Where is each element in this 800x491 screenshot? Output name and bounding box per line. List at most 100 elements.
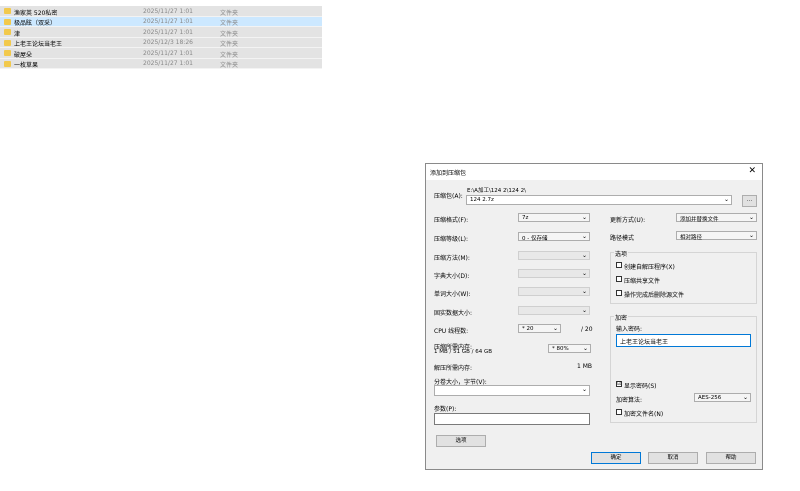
archive-name-combo[interactable]: 124 2.7z ⌄ — [466, 195, 732, 205]
mem-decomp-label: 解压所需内存: — [434, 365, 473, 372]
threads-value: * 20 — [522, 326, 534, 332]
update-select[interactable]: 添加并替换文件 ⌄ — [676, 213, 757, 223]
archive-label: 压缩包(A): — [434, 193, 463, 200]
encrypt-names-checkbox[interactable] — [616, 409, 622, 415]
file-name: 上老王论坛当老王 — [14, 41, 63, 48]
mem-comp-select[interactable]: * 80% ⌄ — [548, 344, 591, 353]
password-label: 输入密码: — [616, 326, 643, 333]
file-type: 文件夹 — [220, 41, 239, 48]
encryption-group-title: 加密 — [614, 313, 629, 322]
dialog-titlebar: 添加到压缩包 ✕ — [426, 164, 762, 180]
path-mode-value: 相对路径 — [680, 235, 703, 241]
level-select[interactable]: 0 - 仅存储 ⌄ — [518, 232, 590, 242]
file-name: 破屋朵 — [14, 51, 33, 59]
update-label: 更新方式(U): — [610, 217, 646, 224]
file-date: 2025/11/27 1:01 — [143, 60, 193, 67]
file-type: 文件夹 — [220, 20, 239, 27]
chevron-down-icon: ⌄ — [552, 325, 558, 332]
method-select[interactable]: ⌄ — [518, 251, 590, 260]
archive-name-value: 124 2.7z — [470, 197, 494, 203]
file-type: 文件夹 — [220, 62, 239, 69]
archive-path: E:\A加工\124 2\124 2\ — [467, 188, 526, 194]
password-value: 上老王论坛当老王 — [620, 339, 669, 346]
file-row[interactable]: 渔家英 520私密 2025/11/27 1:01 文件夹 — [0, 6, 322, 17]
level-label: 压缩等级(L): — [434, 236, 469, 243]
file-row[interactable]: 上老王论坛当老王 2025/12/3 18:26 文件夹 — [0, 37, 322, 48]
dict-select[interactable]: ⌄ — [518, 269, 590, 278]
file-name: 渔家英 520私密 — [14, 9, 58, 17]
sfx-label: 创建自解压程序(X) — [624, 264, 675, 271]
file-row[interactable]: 一枚草果 2025/11/27 1:01 文件夹 — [0, 58, 322, 69]
mem-decomp-value: 1 MB — [577, 363, 593, 370]
file-type: 文件夹 — [220, 30, 239, 38]
params-input[interactable] — [434, 413, 590, 425]
chevron-down-icon: ⌄ — [581, 233, 587, 240]
method-label: 压缩方法(M): — [434, 255, 470, 262]
level-value: 0 - 仅存储 — [522, 236, 548, 242]
chevron-down-icon: ⌄ — [581, 386, 587, 393]
file-row[interactable]: 破屋朵 2025/11/27 1:01 文件夹 — [0, 48, 322, 59]
file-date: 2025/11/27 1:01 — [143, 7, 193, 15]
password-input[interactable]: 上老王论坛当老王 — [616, 334, 751, 347]
show-password-label: 显示密码(S) — [624, 383, 657, 390]
folder-icon — [4, 8, 11, 14]
close-icon[interactable]: ✕ — [748, 166, 756, 176]
show-password-checkbox[interactable]: ☑ — [616, 381, 622, 387]
chevron-down-icon: ⌄ — [742, 394, 748, 401]
mem-comp-value: * 80% — [552, 346, 569, 352]
file-date: 2025/12/3 18:26 — [143, 39, 193, 46]
folder-icon — [4, 50, 11, 56]
threads-total: / 20 — [581, 326, 593, 333]
format-value: 7z — [522, 215, 529, 221]
enc-method-value: AES-256 — [698, 395, 722, 401]
chevron-down-icon: ⌄ — [581, 288, 587, 295]
shared-label: 压缩共享文件 — [624, 278, 661, 285]
path-mode-label: 路径模式 — [610, 235, 635, 242]
sfx-checkbox[interactable] — [616, 262, 622, 268]
file-name: 一枚草果 — [14, 62, 39, 69]
solid-label: 固实数据大小: — [434, 310, 473, 317]
cancel-button[interactable]: 取消 — [648, 452, 698, 464]
format-label: 压缩格式(F): — [434, 217, 469, 224]
word-select[interactable]: ⌄ — [518, 287, 590, 296]
chevron-down-icon: ⌄ — [581, 252, 587, 259]
format-select[interactable]: 7z ⌄ — [518, 213, 590, 222]
delete-source-checkbox[interactable] — [616, 290, 622, 296]
folder-icon — [4, 60, 11, 67]
file-date: 2025/11/27 1:01 — [143, 28, 193, 36]
path-mode-select[interactable]: 相对路径 ⌄ — [676, 231, 757, 241]
file-date: 2025/11/27 1:01 — [143, 18, 193, 25]
help-button[interactable]: 帮助 — [706, 452, 756, 464]
threads-label: CPU 线程数: — [434, 328, 469, 335]
file-name: 津 — [14, 30, 21, 38]
file-list: 渔家英 520私密 2025/11/27 1:01 文件夹 极品眩（双采） 2025/1… — [0, 6, 322, 69]
split-select[interactable]: ⌄ — [434, 385, 590, 396]
shared-checkbox[interactable] — [616, 276, 622, 282]
folder-icon — [4, 39, 11, 46]
file-row[interactable]: 津 2025/11/27 1:01 文件夹 — [0, 27, 322, 38]
options-button[interactable]: 选项 — [436, 435, 486, 447]
file-type: 文件夹 — [220, 51, 239, 59]
dict-label: 字典大小(D): — [434, 273, 470, 280]
browse-button[interactable]: ... — [742, 195, 757, 207]
file-name: 极品眩（双采） — [14, 20, 57, 27]
chevron-down-icon: ⌄ — [748, 214, 754, 221]
ok-button[interactable]: 确定 — [591, 452, 641, 464]
file-row[interactable]: 极品眩（双采） 2025/11/27 1:01 文件夹 — [0, 16, 322, 27]
chevron-down-icon: ⌄ — [723, 196, 729, 203]
folder-icon — [4, 18, 11, 25]
enc-method-select[interactable]: AES-256 ⌄ — [694, 393, 751, 402]
folder-icon — [4, 29, 11, 35]
threads-select[interactable]: * 20 ⌄ — [518, 324, 561, 333]
update-value: 添加并替换文件 — [680, 217, 719, 223]
word-label: 单词大小(W): — [434, 291, 471, 298]
solid-select[interactable]: ⌄ — [518, 306, 590, 315]
mem-comp-detail: 1 MB / 51 GB / 64 GB — [434, 349, 493, 355]
add-to-archive-dialog: 添加到压缩包 ✕ 压缩包(A): E:\A加工\124 2\124 2\ 124… — [425, 163, 763, 470]
enc-method-label: 加密算法: — [616, 397, 643, 404]
chevron-down-icon: ⌄ — [748, 232, 754, 239]
delete-source-label: 操作完成后删除源文件 — [624, 292, 685, 299]
file-date: 2025/11/27 1:01 — [143, 49, 193, 57]
options-group-title: 选项 — [614, 249, 629, 258]
chevron-down-icon: ⌄ — [581, 307, 587, 314]
